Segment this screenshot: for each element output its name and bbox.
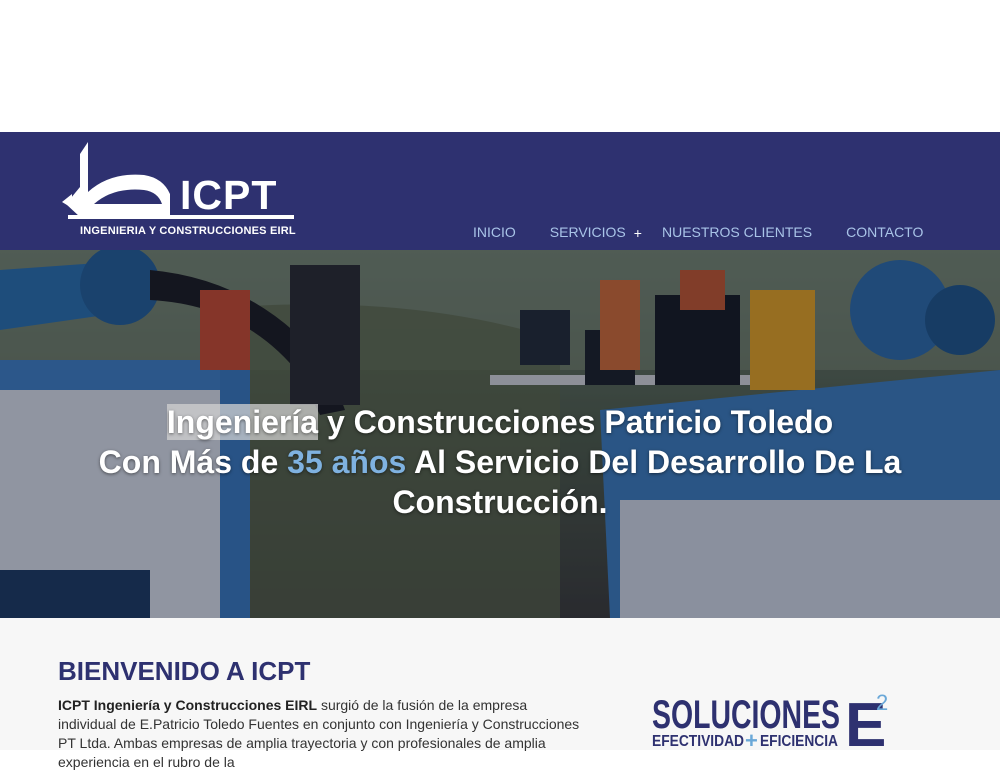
hero-highlight-word: Ingeniería <box>166 404 319 440</box>
main-navigation: INICIO SERVICIOS + NUESTROS CLIENTES CONT… <box>473 224 957 244</box>
hero-line2-pre: Con Más de <box>98 444 288 480</box>
soluciones-badge-graphic: SOLUCIONES E 2 EFECTIVIDAD + EFICIENCIA <box>652 690 888 760</box>
badge-sub-right: EFICIENCIA <box>760 733 838 750</box>
welcome-section: BIENVENIDO A ICPT ICPT Ingeniería y Cons… <box>0 618 1000 770</box>
nav-item-contacto[interactable]: CONTACTO <box>846 224 923 244</box>
welcome-paragraph: ICPT Ingeniería y Construcciones EIRL su… <box>58 696 583 772</box>
top-blank-area <box>0 0 1000 132</box>
welcome-title: BIENVENIDO A ICPT <box>58 656 311 686</box>
expand-plus-icon[interactable]: + <box>634 225 642 241</box>
badge-superscript: 2 <box>876 690 888 715</box>
site-logo[interactable]: ICPT INGENIERIA Y CONSTRUCCIONES EIRL <box>58 142 298 237</box>
soluciones-e2-badge: SOLUCIONES E 2 EFECTIVIDAD + EFICIENCIA <box>650 688 900 760</box>
hero-line1: y Construcciones Patricio Toledo <box>318 404 834 440</box>
nav-item-inicio[interactable]: INICIO <box>473 224 516 244</box>
nav-item-servicios[interactable]: SERVICIOS + <box>550 224 642 244</box>
logo-tagline: INGENIERIA Y CONSTRUCCIONES EIRL <box>80 225 296 237</box>
nav-item-nuestros-clientes[interactable]: NUESTROS CLIENTES <box>662 224 812 244</box>
badge-plus: + <box>745 728 758 750</box>
site-header: ICPT INGENIERIA Y CONSTRUCCIONES EIRL IN… <box>0 132 1000 250</box>
hero-years-accent: 35 años <box>287 444 407 480</box>
hero-line2-post: Al Servicio Del Desarrollo De La <box>406 444 902 480</box>
hero-line3: Construcción. <box>392 484 608 520</box>
badge-sub-left: EFECTIVIDAD <box>652 733 744 750</box>
company-name: ICPT Ingeniería y Construcciones EIRL <box>58 697 318 713</box>
hero-headline: Ingeniería y Construcciones Patricio Tol… <box>0 402 1000 522</box>
hero-banner: Ingeniería y Construcciones Patricio Tol… <box>0 250 1000 618</box>
logo-brand-text: ICPT <box>180 172 278 218</box>
nav-item-servicios-label: SERVICIOS <box>549 224 626 240</box>
